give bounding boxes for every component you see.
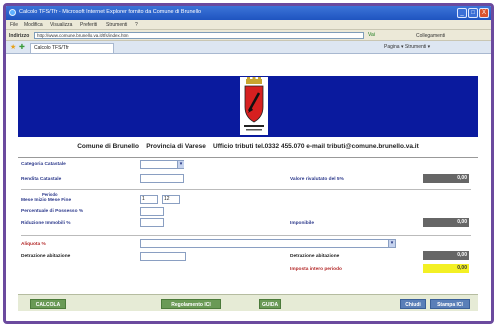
percentuale-input[interactable] [140,207,164,216]
imponibile-output: 0,00 [423,218,469,227]
close-button[interactable]: X [479,8,489,18]
divider [21,189,471,190]
maximize-button[interactable]: □ [468,8,478,18]
menu-strumenti[interactable]: Strumenti [106,22,127,28]
window-controls: _ □ X [457,8,489,18]
detrazione-label: Detrazione abitazione [21,254,71,259]
window-title: Calcolo TFS/Tfr - Microsoft Internet Exp… [19,9,202,15]
menu-bar: File Modifica Visualizza Preferiti Strum… [6,20,491,30]
detrazione-output: 0,00 [423,251,469,260]
guida-button[interactable]: GUIDA [259,299,281,309]
chevron-down-icon[interactable]: ▾ [177,161,184,168]
menu-help[interactable]: ? [135,22,138,28]
rendita-label: Rendita Catastale [21,177,62,182]
stampa-button[interactable]: Stampa ICI [430,299,470,309]
minimize-button[interactable]: _ [457,8,467,18]
favorites-star-icon[interactable]: ★ [10,44,16,51]
address-label: Indirizzo [9,33,30,39]
imposta-output: 0,00 [423,264,469,273]
imposta-label: Imposta intero periodo [290,267,342,272]
calcola-button[interactable]: CALCOLA [30,299,66,309]
browser-window: Calcolo TFS/Tfr - Microsoft Internet Exp… [3,3,494,324]
menu-visualizza[interactable]: Visualizza [50,22,72,28]
divider [21,235,471,236]
periodo-title: Periodo [42,192,58,197]
imponibile-label: Imponibile [290,221,314,226]
riduzione-label: Riduzione Immobili % [21,221,71,226]
ufficio-contacts: Ufficio tributi tel.0332 455.070 e-mail … [213,143,419,150]
aliquota-label: Aliquota % [21,242,46,247]
header-banner [18,76,478,137]
go-button[interactable]: Vai [368,32,375,38]
links-label[interactable]: Collegamenti [416,33,445,39]
tab-calcolo[interactable]: Calcolo TFS/Tfr [30,43,114,53]
comune-name: Comune di Brunello [77,143,139,150]
valore-rivalutato-label: Valore rivalutato del 5% [290,177,344,182]
detrazione-input[interactable] [140,252,186,261]
add-favorite-icon[interactable]: ✚ [19,44,25,51]
page-content: Comune di Brunello Provincia di Varese U… [6,54,491,321]
mese-label: Mese Inizio Mese Fine [21,198,72,203]
mese-fine-select[interactable]: 12 [162,195,180,204]
comune-crest-logo [240,77,268,135]
title-bar: Calcolo TFS/Tfr - Microsoft Internet Exp… [6,6,491,20]
riduzione-input[interactable] [140,218,164,227]
tab-bar: ★ ✚ Calcolo TFS/Tfr Pagina ▾ Strumenti ▾ [6,41,491,54]
menu-preferiti[interactable]: Preferiti [80,22,97,28]
button-bar: CALCOLA Regolamento ICI GUIDA Chiudi Sta… [18,294,478,311]
chevron-down-icon[interactable]: ▾ [388,240,395,247]
valore-rivalutato-output: 0,00 [423,174,469,183]
internet-explorer-icon [9,9,16,16]
calc-form: Categoria Catastale ▾ Rendita Catastale … [18,157,478,302]
categoria-label: Categoria Catastale [21,162,66,167]
address-input[interactable]: http://www.comune.brunello.va.it/tfs/ind… [34,32,364,39]
menu-modifica[interactable]: Modifica [24,22,43,28]
rendita-input[interactable] [140,174,184,183]
detrazione-output-label: Detrazione abitazione [290,254,340,259]
aliquota-select[interactable] [140,239,396,248]
regolamento-button[interactable]: Regolamento ICI [161,299,221,309]
command-bar-tools[interactable]: Pagina ▾ Strumenti ▾ [384,44,430,50]
provincia-name: Provincia di Varese [146,143,206,150]
comune-header-line: Comune di Brunello Provincia di Varese U… [18,143,478,155]
address-bar: Indirizzo http://www.comune.brunello.va.… [6,30,491,41]
percentuale-label: Percentuale di Possesso % [21,209,84,214]
mese-inizio-select[interactable]: 1 [140,195,158,204]
menu-file[interactable]: File [10,22,18,28]
chiudi-button[interactable]: Chiudi [400,299,426,309]
